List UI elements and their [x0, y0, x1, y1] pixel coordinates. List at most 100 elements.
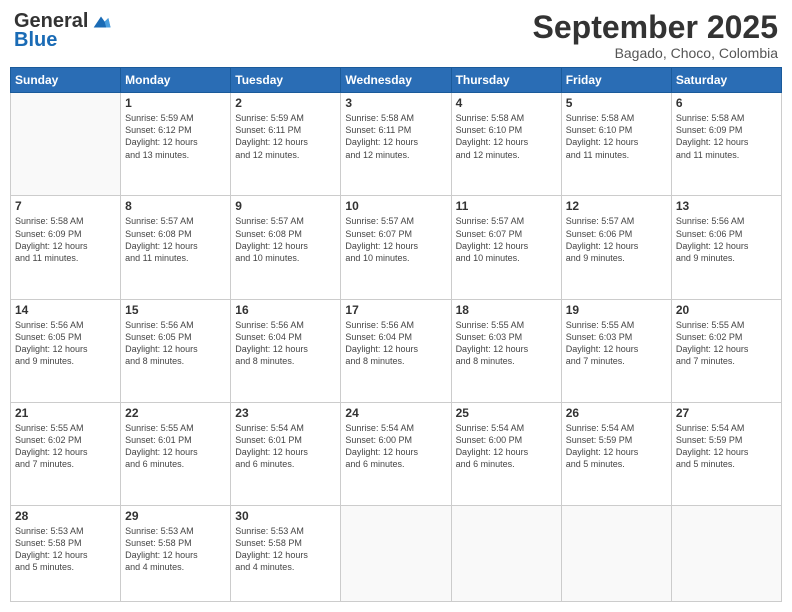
calendar-cell: 15 Sunrise: 5:56 AM Sunset: 6:05 PM Dayli… [121, 299, 231, 402]
day-number: 10 [345, 199, 446, 213]
day-number: 18 [456, 303, 557, 317]
calendar-cell: 4 Sunrise: 5:58 AM Sunset: 6:10 PM Daylig… [451, 93, 561, 196]
day-number: 7 [15, 199, 116, 213]
calendar-week-3: 14 Sunrise: 5:56 AM Sunset: 6:05 PM Dayli… [11, 299, 782, 402]
calendar-cell: 11Sunrise: 5:57 AM Sunset: 6:07 PM Dayli… [451, 196, 561, 299]
day-info: Sunrise: 5:53 AM Sunset: 5:58 PM Dayligh… [15, 525, 116, 574]
day-info: Sunrise: 5:53 AM Sunset: 5:58 PM Dayligh… [235, 525, 336, 574]
weekday-header-friday: Friday [561, 68, 671, 93]
calendar-cell: 22 Sunrise: 5:55 AM Sunset: 6:01 PM Dayli… [121, 402, 231, 505]
weekday-header-thursday: Thursday [451, 68, 561, 93]
calendar-cell: 18 Sunrise: 5:55 AM Sunset: 6:03 PM Dayli… [451, 299, 561, 402]
calendar-cell: 5 Sunrise: 5:58 AM Sunset: 6:10 PM Daylig… [561, 93, 671, 196]
day-info: Sunrise: 5:53 AM Sunset: 5:58 PM Dayligh… [125, 525, 226, 574]
calendar-cell [451, 505, 561, 601]
day-number: 30 [235, 509, 336, 523]
day-info: Sunrise: 5:54 AM Sunset: 6:01 PM Dayligh… [235, 422, 336, 471]
day-number: 13 [676, 199, 777, 213]
calendar-cell: 20 Sunrise: 5:55 AM Sunset: 6:02 PM Dayli… [671, 299, 781, 402]
calendar-cell: 14 Sunrise: 5:56 AM Sunset: 6:05 PM Dayli… [11, 299, 121, 402]
day-number: 9 [235, 199, 336, 213]
day-info: Sunrise: 5:55 AM Sunset: 6:03 PM Dayligh… [566, 319, 667, 368]
day-info: Sunrise: 5:58 AM Sunset: 6:10 PM Dayligh… [566, 112, 667, 161]
calendar-week-1: 1 Sunrise: 5:59 AM Sunset: 6:12 PM Daylig… [11, 93, 782, 196]
day-number: 4 [456, 96, 557, 110]
calendar-cell [11, 93, 121, 196]
day-number: 23 [235, 406, 336, 420]
calendar-cell: 17 Sunrise: 5:56 AM Sunset: 6:04 PM Dayli… [341, 299, 451, 402]
day-info: Sunrise: 5:54 AM Sunset: 6:00 PM Dayligh… [345, 422, 446, 471]
calendar-cell: 6 Sunrise: 5:58 AM Sunset: 6:09 PM Daylig… [671, 93, 781, 196]
weekday-header-wednesday: Wednesday [341, 68, 451, 93]
calendar-cell: 30 Sunrise: 5:53 AM Sunset: 5:58 PM Dayli… [231, 505, 341, 601]
day-number: 17 [345, 303, 446, 317]
calendar-cell: 2 Sunrise: 5:59 AM Sunset: 6:11 PM Daylig… [231, 93, 341, 196]
day-info: Sunrise: 5:56 AM Sunset: 6:04 PM Dayligh… [345, 319, 446, 368]
day-number: 19 [566, 303, 667, 317]
calendar-week-4: 21 Sunrise: 5:55 AM Sunset: 6:02 PM Dayli… [11, 402, 782, 505]
day-number: 16 [235, 303, 336, 317]
day-info: Sunrise: 5:58 AM Sunset: 6:10 PM Dayligh… [456, 112, 557, 161]
calendar-cell [671, 505, 781, 601]
day-info: Sunrise: 5:56 AM Sunset: 6:05 PM Dayligh… [125, 319, 226, 368]
day-number: 26 [566, 406, 667, 420]
logo: General Blue [14, 10, 112, 52]
calendar-cell: 3Sunrise: 5:58 AM Sunset: 6:11 PM Daylig… [341, 93, 451, 196]
day-info: Sunrise: 5:58 AM Sunset: 6:11 PM Dayligh… [345, 112, 446, 161]
header: General Blue September 2025 Bagado, Choc… [10, 10, 782, 61]
day-info: Sunrise: 5:57 AM Sunset: 6:07 PM Dayligh… [345, 215, 446, 264]
calendar-cell: 28 Sunrise: 5:53 AM Sunset: 5:58 PM Dayli… [11, 505, 121, 601]
day-info: Sunrise: 5:59 AM Sunset: 6:11 PM Dayligh… [235, 112, 336, 161]
day-info: Sunrise: 5:55 AM Sunset: 6:02 PM Dayligh… [15, 422, 116, 471]
day-info: Sunrise: 5:57 AM Sunset: 6:08 PM Dayligh… [125, 215, 226, 264]
day-info: Sunrise: 5:56 AM Sunset: 6:05 PM Dayligh… [15, 319, 116, 368]
day-info: Sunrise: 5:54 AM Sunset: 5:59 PM Dayligh… [676, 422, 777, 471]
day-number: 5 [566, 96, 667, 110]
day-number: 20 [676, 303, 777, 317]
calendar-cell [341, 505, 451, 601]
calendar-table: SundayMondayTuesdayWednesdayThursdayFrid… [10, 67, 782, 602]
calendar-cell: 19 Sunrise: 5:55 AM Sunset: 6:03 PM Dayli… [561, 299, 671, 402]
calendar-body: 1 Sunrise: 5:59 AM Sunset: 6:12 PM Daylig… [11, 93, 782, 602]
day-number: 28 [15, 509, 116, 523]
calendar-cell: 12Sunrise: 5:57 AM Sunset: 6:06 PM Dayli… [561, 196, 671, 299]
day-number: 22 [125, 406, 226, 420]
day-info: Sunrise: 5:55 AM Sunset: 6:02 PM Dayligh… [676, 319, 777, 368]
calendar-cell: 26 Sunrise: 5:54 AM Sunset: 5:59 PM Dayli… [561, 402, 671, 505]
day-info: Sunrise: 5:55 AM Sunset: 6:01 PM Dayligh… [125, 422, 226, 471]
day-info: Sunrise: 5:56 AM Sunset: 6:04 PM Dayligh… [235, 319, 336, 368]
day-number: 1 [125, 96, 226, 110]
day-info: Sunrise: 5:56 AM Sunset: 6:06 PM Dayligh… [676, 215, 777, 264]
calendar-cell: 23 Sunrise: 5:54 AM Sunset: 6:01 PM Dayli… [231, 402, 341, 505]
title-block: September 2025 Bagado, Choco, Colombia [533, 10, 778, 61]
location-subtitle: Bagado, Choco, Colombia [533, 45, 778, 61]
day-number: 21 [15, 406, 116, 420]
day-number: 8 [125, 199, 226, 213]
calendar-cell: 21 Sunrise: 5:55 AM Sunset: 6:02 PM Dayli… [11, 402, 121, 505]
logo-icon [90, 11, 112, 33]
calendar-cell: 16 Sunrise: 5:56 AM Sunset: 6:04 PM Dayli… [231, 299, 341, 402]
calendar-week-2: 7Sunrise: 5:58 AM Sunset: 6:09 PM Daylig… [11, 196, 782, 299]
day-number: 29 [125, 509, 226, 523]
day-number: 27 [676, 406, 777, 420]
weekday-header-saturday: Saturday [671, 68, 781, 93]
calendar-cell: 25Sunrise: 5:54 AM Sunset: 6:00 PM Dayli… [451, 402, 561, 505]
calendar-cell: 7Sunrise: 5:58 AM Sunset: 6:09 PM Daylig… [11, 196, 121, 299]
calendar-cell: 9 Sunrise: 5:57 AM Sunset: 6:08 PM Daylig… [231, 196, 341, 299]
calendar-cell [561, 505, 671, 601]
day-number: 6 [676, 96, 777, 110]
day-number: 25 [456, 406, 557, 420]
day-number: 11 [456, 199, 557, 213]
day-info: Sunrise: 5:58 AM Sunset: 6:09 PM Dayligh… [676, 112, 777, 161]
day-info: Sunrise: 5:59 AM Sunset: 6:12 PM Dayligh… [125, 112, 226, 161]
day-info: Sunrise: 5:57 AM Sunset: 6:08 PM Dayligh… [235, 215, 336, 264]
day-number: 15 [125, 303, 226, 317]
day-number: 2 [235, 96, 336, 110]
calendar-cell: 27 Sunrise: 5:54 AM Sunset: 5:59 PM Dayli… [671, 402, 781, 505]
calendar-cell: 24Sunrise: 5:54 AM Sunset: 6:00 PM Dayli… [341, 402, 451, 505]
day-number: 14 [15, 303, 116, 317]
page: General Blue September 2025 Bagado, Choc… [0, 0, 792, 612]
calendar-cell: 29 Sunrise: 5:53 AM Sunset: 5:58 PM Dayli… [121, 505, 231, 601]
day-info: Sunrise: 5:54 AM Sunset: 5:59 PM Dayligh… [566, 422, 667, 471]
day-info: Sunrise: 5:55 AM Sunset: 6:03 PM Dayligh… [456, 319, 557, 368]
